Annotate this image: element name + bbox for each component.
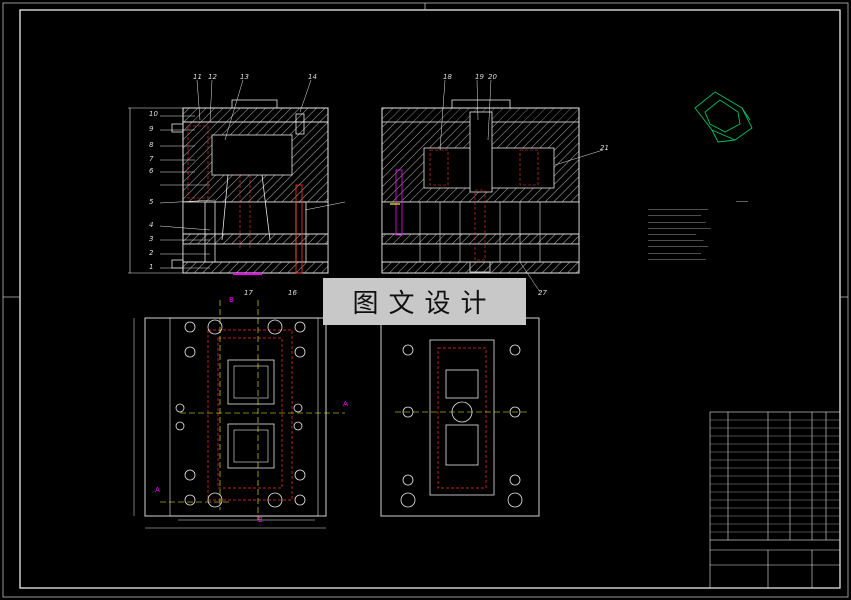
watermark-banner: 图文设计: [323, 278, 526, 325]
section-mark: A: [155, 486, 160, 494]
part-label: 16: [288, 289, 297, 297]
part-label: 20: [488, 73, 497, 81]
watermark-text: 图文设计: [352, 289, 497, 319]
part-label: 1: [149, 263, 154, 271]
part-label: 12: [208, 73, 217, 81]
part-label: 21: [600, 144, 609, 152]
technical-requirements-notes: ──── ───────────────────────── ─────────…: [648, 199, 749, 262]
section-view-right: [381, 79, 604, 293]
plan-view-right: [380, 317, 540, 517]
part-label: 3: [149, 235, 154, 243]
plan-view-left: [133, 300, 345, 529]
part-label: 6: [149, 167, 154, 175]
part-label: 10: [149, 110, 158, 118]
part-label: 8: [149, 141, 154, 149]
section-mark: B: [229, 296, 234, 304]
bom-rows: [710, 419, 840, 541]
part-label: 27: [538, 289, 547, 297]
part-isometric-thumbnail: [694, 91, 753, 143]
section-mark: A: [343, 400, 348, 408]
part-label: 19: [475, 73, 484, 81]
part-label: 18: [443, 73, 452, 81]
part-label: 17: [244, 289, 253, 297]
part-label: 11: [193, 73, 202, 81]
part-label: 14: [308, 73, 317, 81]
part-label: 4: [149, 221, 154, 229]
section-mark: B: [258, 516, 263, 524]
part-label: 2: [149, 249, 154, 257]
part-label: 7: [149, 155, 154, 163]
section-view-left: [128, 79, 346, 275]
part-label: 13: [240, 73, 249, 81]
part-label: 9: [149, 125, 154, 133]
part-label: 5: [149, 198, 154, 206]
